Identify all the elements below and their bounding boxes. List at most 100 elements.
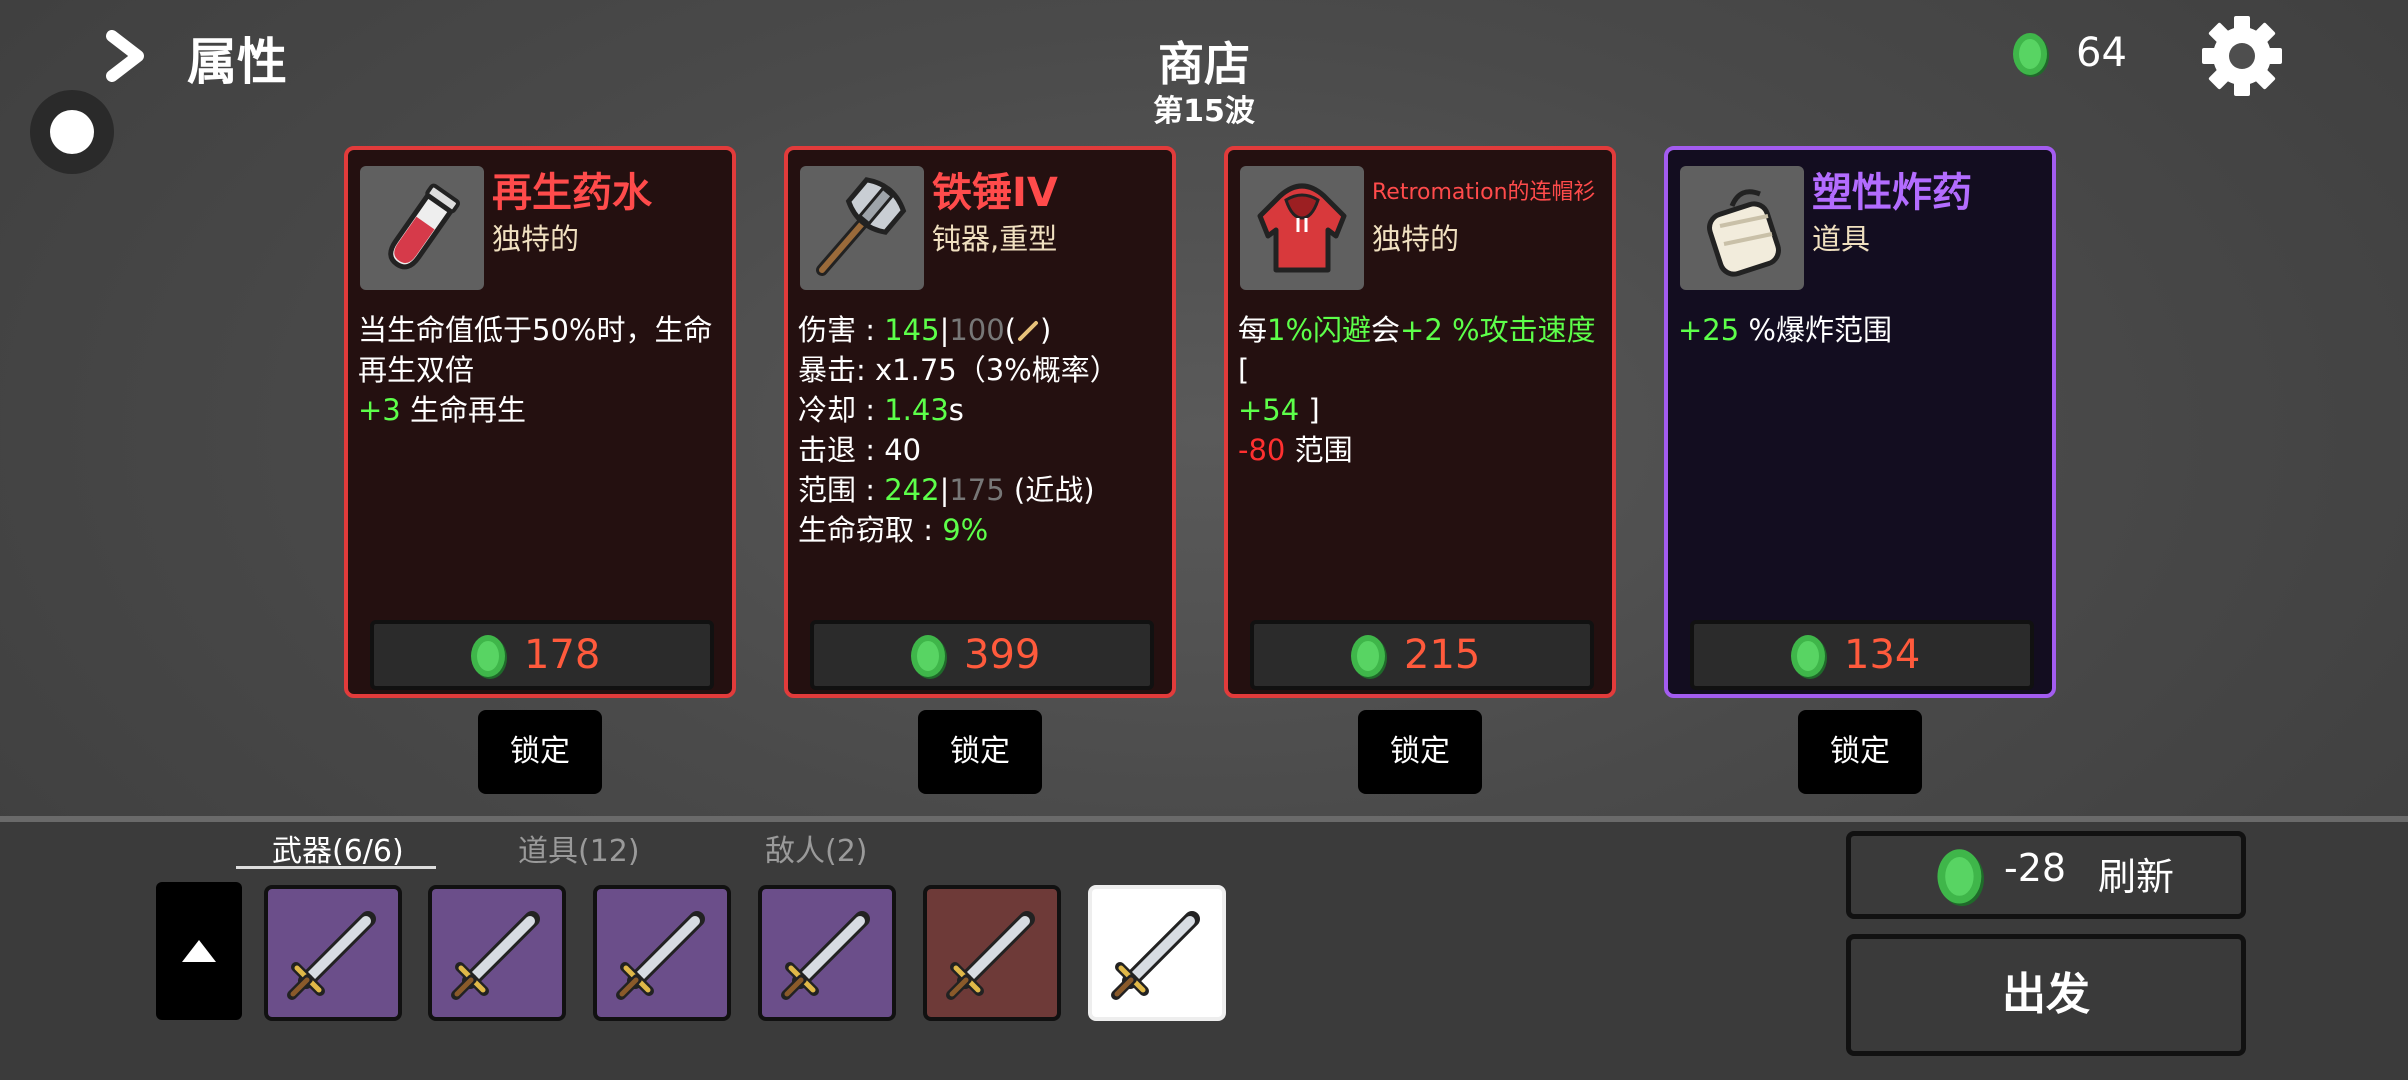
range-note: (近战) (1004, 473, 1095, 507)
stat-label: 生命窃取 : (798, 513, 943, 547)
cooldown-line: 冷却 : 1.43s (798, 390, 1170, 430)
lifesteal-line: 生命窃取 : 9% (798, 510, 1170, 550)
refresh-label: 刷新 (2098, 855, 2175, 899)
stat-label: 生命再生 (400, 393, 526, 427)
stat-value: 1%闪避 (1267, 313, 1372, 347)
price-box[interactable]: 178 (370, 620, 714, 690)
tab-enemies[interactable]: 敌人(2) (765, 826, 868, 870)
item-price: 178 (524, 632, 601, 678)
item-description: 当生命值低于50%时，生命 再生双倍 +3 生命再生 (358, 310, 730, 430)
range-line: 范围 : 242|175 (近战) (798, 470, 1170, 510)
unit: s (948, 393, 964, 427)
weapon-slot[interactable] (428, 885, 566, 1021)
price-box[interactable]: 399 (810, 620, 1154, 690)
triangle-up-icon (182, 940, 216, 962)
hoodie-icon (1257, 183, 1347, 273)
stat-value: 9% (942, 513, 989, 547)
damage-line: 伤害 : 145|100() (798, 310, 1170, 350)
text: 范围 (1285, 433, 1353, 467)
tab-underline (236, 866, 436, 869)
stat-value: 242 (884, 473, 940, 507)
knockback-line: 击退 : 40 (798, 433, 922, 467)
text: ] (1299, 393, 1320, 427)
price-box[interactable]: 215 (1250, 620, 1594, 690)
weapon-slot[interactable] (923, 885, 1061, 1021)
record-dot-icon (50, 110, 94, 154)
item-icon-frame (1240, 166, 1364, 290)
gear-icon[interactable] (2200, 14, 2284, 98)
coin-icon (1937, 849, 1984, 907)
desc-line: +54 ] (1238, 390, 1610, 430)
stat-value: 1.43 (884, 393, 949, 427)
base-value: 175 (949, 473, 1005, 507)
stat-label: 伤害 : (798, 313, 885, 347)
separator: | (939, 473, 950, 507)
stat-label: 冷却 : (798, 393, 885, 427)
attributes-button[interactable]: 属性 (187, 22, 287, 94)
paren-close: ) (1040, 313, 1052, 347)
tab-weapons[interactable]: 武器(6/6) (272, 826, 404, 870)
item-type: 钝器,重型 (932, 222, 1058, 256)
shop-card-plastic-explosive[interactable]: 塑性炸药 道具 +25 %爆炸范围 134 (1664, 146, 2056, 698)
price-box[interactable]: 134 (1690, 620, 2034, 690)
stat-value-negative: -80 (1238, 433, 1286, 467)
item-price: 134 (1844, 632, 1921, 678)
weapon-slot[interactable] (264, 885, 402, 1021)
lock-button[interactable]: 锁定 (1358, 710, 1482, 794)
desc-line: -80 范围 (1238, 430, 1610, 470)
weapon-slot[interactable] (1088, 885, 1226, 1021)
item-icon-frame (1680, 166, 1804, 290)
go-button[interactable]: 出发 (1846, 934, 2246, 1056)
stat-value: +2 %攻击速度 (1400, 313, 1596, 347)
item-name: 塑性炸药 (1812, 170, 1972, 216)
sword-icon (935, 897, 1049, 1011)
hammer-icon (816, 177, 907, 276)
item-icon-frame (360, 166, 484, 290)
lock-button[interactable]: 锁定 (1798, 710, 1922, 794)
chevron-right-icon[interactable] (104, 30, 148, 82)
text: 会 (1371, 313, 1401, 347)
sword-icon (276, 897, 390, 1011)
text: 每 (1238, 313, 1268, 347)
sword-icon (1100, 897, 1214, 1011)
coin-icon (1351, 635, 1387, 679)
item-price: 399 (964, 632, 1041, 678)
stat-value: +54 (1238, 393, 1300, 427)
wave-label: 第15波 (1153, 94, 1255, 129)
item-name: Retromation的连帽衫 (1372, 180, 1596, 205)
desc-line: 当生命值低于50%时，生命 (358, 313, 713, 347)
text: [ (1238, 353, 1250, 387)
stat-line: +3 生命再生 (358, 390, 730, 430)
stat-value: +3 (358, 393, 401, 427)
lock-button[interactable]: 锁定 (918, 710, 1042, 794)
currency-count: 64 (2076, 30, 2127, 76)
weapon-slot[interactable] (758, 885, 896, 1021)
coin-icon (471, 635, 507, 679)
desc-line: 再生双倍 (358, 353, 475, 387)
sword-icon (440, 897, 554, 1011)
item-type: 独特的 (1372, 222, 1460, 256)
refresh-cost: -28 (2004, 846, 2067, 890)
item-description: 每1%闪避会+2 %攻击速度 [ +54 ] -80 范围 (1238, 310, 1610, 470)
shop-card-regeneration-potion[interactable]: 再生药水 独特的 当生命值低于50%时，生命 再生双倍 +3 生命再生 178 (344, 146, 736, 698)
shop-card-hoodie[interactable]: Retromation的连帽衫 独特的 每1%闪避会+2 %攻击速度 [ +54… (1224, 146, 1616, 698)
item-price: 215 (1404, 632, 1481, 678)
coin-icon (2013, 33, 2049, 77)
stat-label: 范围 : (798, 473, 885, 507)
expand-panel-button[interactable] (156, 882, 242, 1020)
stat-value: +25 (1678, 313, 1740, 347)
item-description: 伤害 : 145|100() 暴击: x1.75（3%概率） 冷却 : 1.43… (798, 310, 1170, 550)
item-name: 铁锤IV (932, 170, 1058, 216)
sword-icon (605, 897, 719, 1011)
shop-card-hammer[interactable]: 铁锤IV 钝器,重型 伤害 : 145|100() 暴击: x1.75（3%概率… (784, 146, 1176, 698)
weapon-slot[interactable] (593, 885, 731, 1021)
stat-line: +25 %爆炸范围 (1678, 310, 2050, 350)
explosive-icon (1707, 189, 1781, 277)
base-value: 100 (949, 313, 1005, 347)
record-button[interactable] (30, 90, 114, 174)
item-name: 再生药水 (492, 170, 652, 216)
lock-button[interactable]: 锁定 (478, 710, 602, 794)
stat-label: %爆炸范围 (1739, 313, 1892, 347)
tab-items[interactable]: 道具(12) (518, 826, 640, 870)
item-type: 道具 (1812, 222, 1871, 256)
